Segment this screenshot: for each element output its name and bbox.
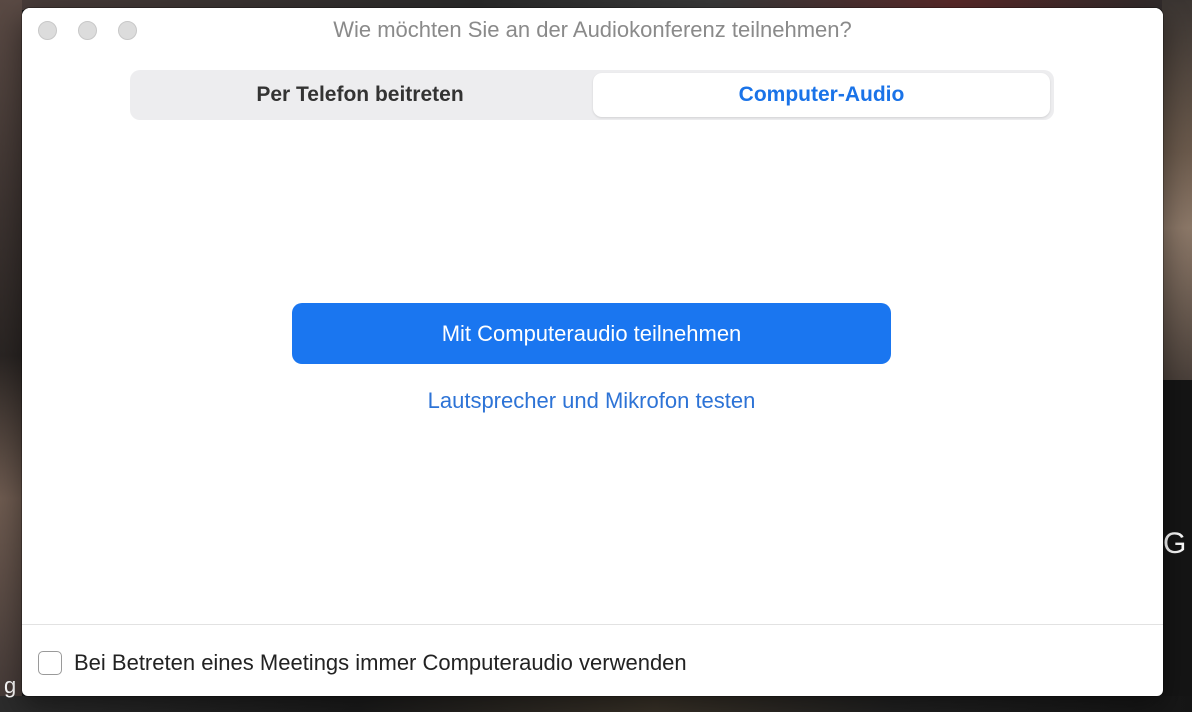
close-window-button[interactable] xyxy=(38,21,57,40)
always-use-computer-audio-label: Bei Betreten eines Meetings immer Comput… xyxy=(74,650,687,675)
window-title: Wie möchten Sie an der Audiokonferenz te… xyxy=(333,17,852,42)
background-video-tile-left xyxy=(0,0,22,712)
audio-join-dialog: Wie möchten Sie an der Audiokonferenz te… xyxy=(22,8,1163,696)
always-use-computer-audio-checkbox[interactable] xyxy=(38,651,62,675)
background-video-tile-bottom xyxy=(0,696,1192,712)
tab-phone-join[interactable]: Per Telefon beitreten xyxy=(130,70,590,120)
audio-mode-segmented-control: Per Telefon beitreten Computer-Audio xyxy=(130,70,1054,120)
join-with-computer-audio-button[interactable]: Mit Computeraudio teilnehmen xyxy=(292,303,891,364)
footer-divider xyxy=(22,624,1163,625)
always-use-computer-audio-option[interactable]: Bei Betreten eines Meetings immer Comput… xyxy=(38,648,687,678)
tab-computer-audio[interactable]: Computer-Audio xyxy=(593,73,1050,117)
minimize-window-button[interactable] xyxy=(78,21,97,40)
test-speaker-and-microphone-link[interactable]: Lautsprecher und Mikrofon testen xyxy=(292,386,891,416)
titlebar: Wie möchten Sie an der Audiokonferenz te… xyxy=(22,8,1163,50)
background-participant-name-fragment: G xyxy=(1163,527,1187,560)
background-participant-name-fragment-left: g xyxy=(4,673,17,698)
background-video-tile-right-upper xyxy=(1162,0,1192,380)
zoom-window-button[interactable] xyxy=(118,21,137,40)
